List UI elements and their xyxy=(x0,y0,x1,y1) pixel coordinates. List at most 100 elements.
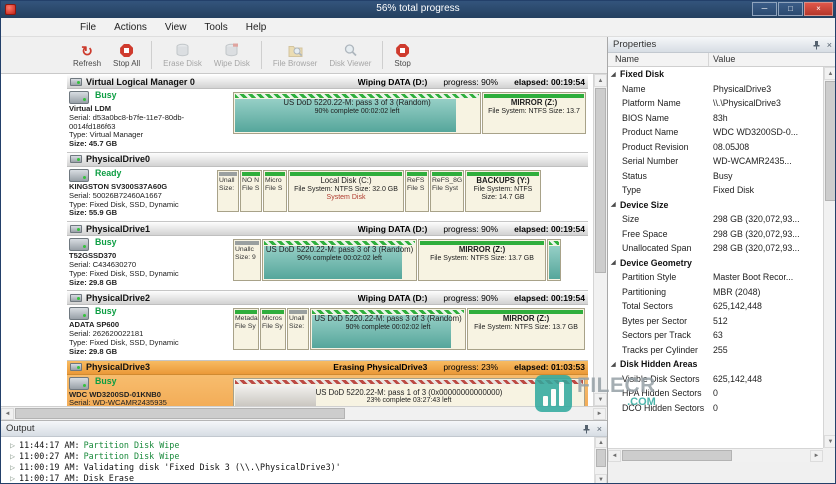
property-group-device-geometry[interactable]: ◢Device Geometry xyxy=(608,256,823,271)
pin-icon[interactable] xyxy=(812,40,821,50)
property-group-disk-hidden-areas[interactable]: ◢Disk Hidden Areas xyxy=(608,357,823,372)
scrollbar-thumb[interactable] xyxy=(15,408,345,419)
scroll-left-icon[interactable]: ◄ xyxy=(608,450,621,462)
property-row[interactable]: Platform Name\\.\PhysicalDrive3 xyxy=(608,96,823,111)
pin-icon[interactable] xyxy=(582,424,591,434)
property-row[interactable]: StatusBusy xyxy=(608,169,823,184)
property-row[interactable]: PartitioningMBR (2048) xyxy=(608,285,823,300)
scrollbar-thumb[interactable] xyxy=(595,88,606,273)
scrollbar-thumb[interactable] xyxy=(622,450,732,461)
partition-refs[interactable]: ReFSFile S xyxy=(405,170,429,212)
property-group-fixed-disk[interactable]: ◢Fixed Disk xyxy=(608,67,823,82)
close-button[interactable]: × xyxy=(804,2,833,16)
partition-mirror-z[interactable]: MIRROR (Z:)File System: NTFS Size: 13.7 … xyxy=(418,239,546,281)
partition-refs-8g[interactable]: ReFS_8GFile Syst xyxy=(430,170,464,212)
property-row[interactable]: Size298 GB (320,072,93... xyxy=(608,212,823,227)
scroll-up-icon[interactable]: ▲ xyxy=(595,437,607,448)
scroll-right-icon[interactable]: ► xyxy=(810,450,823,462)
disk-header[interactable]: PhysicalDrive2 Wiping DATA (D:) progress… xyxy=(67,291,588,305)
partition-wipe-progress[interactable]: US DoD 5220.22-M: pass 3 of 3 (Random)90… xyxy=(310,308,466,350)
disk-list-hscrollbar[interactable]: ◄ ► xyxy=(1,406,607,420)
minimize-button[interactable]: ─ xyxy=(752,2,777,16)
scroll-up-icon[interactable]: ▲ xyxy=(594,74,607,87)
disk-header[interactable]: PhysicalDrive1 Wiping DATA (D:) progress… xyxy=(67,222,588,236)
partition-unallocated[interactable]: UnallcSize: 9 xyxy=(233,239,261,281)
disk-row-virtual-logical-manager-0[interactable]: Virtual Logical Manager 0 Wiping DATA (D… xyxy=(67,75,588,153)
disk-row-physicaldrive3[interactable]: PhysicalDrive3 Erasing PhysicalDrive3 pr… xyxy=(67,361,588,406)
output-header[interactable]: Output × xyxy=(1,421,607,437)
partition-wipe-progress[interactable]: US DoD 5220.22-M: pass 3 of 3 (Random)90… xyxy=(233,92,481,134)
partition-mirror-z[interactable]: MIRROR (Z:)File System: NTFS Size: 13.7 xyxy=(482,92,586,134)
menu-tools[interactable]: Tools xyxy=(195,20,236,35)
property-row[interactable]: Tracks per Cylinder255 xyxy=(608,343,823,358)
property-row[interactable]: BIOS Name83h xyxy=(608,111,823,126)
property-row[interactable]: Visible Disk Sectors625,142,448 xyxy=(608,372,823,387)
disk-list-scrollbar[interactable]: ▲ ▼ xyxy=(593,74,607,406)
property-row[interactable]: Bytes per Sector512 xyxy=(608,314,823,329)
menu-view[interactable]: View xyxy=(156,20,196,35)
column-value[interactable]: Value xyxy=(709,53,735,66)
partition-erase-progress[interactable]: US DoD 5220.22-M: pass 1 of 3 (0x0000000… xyxy=(233,378,585,406)
property-row[interactable]: Product NameWDC WD3200SD-0... xyxy=(608,125,823,140)
partition-no-name[interactable]: NO NFile S xyxy=(240,170,262,212)
partition-wipe-progress[interactable]: US DoD 5220.22-M: pass 3 of 3 (Random)90… xyxy=(262,239,417,281)
scroll-left-icon[interactable]: ◄ xyxy=(1,408,14,420)
property-row[interactable]: NamePhysicalDrive3 xyxy=(608,82,823,97)
property-row[interactable]: TypeFixed Disk xyxy=(608,183,823,198)
partition-backups-y[interactable]: BACKUPS (Y:)File System: NTFSSize: 14.7 … xyxy=(465,170,541,212)
column-name[interactable]: Name xyxy=(608,53,709,66)
partition-map: MetadaFile Sy MicrosFile Sy UnallSize: xyxy=(233,308,585,356)
scroll-right-icon[interactable]: ► xyxy=(593,408,606,420)
properties-scrollbar[interactable]: ▲ ▼ xyxy=(823,67,836,448)
disk-row-physicaldrive0[interactable]: PhysicalDrive0 Ready KINGSTON SV300S37A6… xyxy=(67,153,588,222)
scroll-down-icon[interactable]: ▼ xyxy=(594,393,607,406)
close-panel-icon[interactable]: × xyxy=(597,424,602,434)
partition-metadata[interactable]: MetadaFile Sy xyxy=(233,308,259,350)
property-row[interactable]: Serial NumberWD-WCAMR2435... xyxy=(608,154,823,169)
scroll-down-icon[interactable]: ▼ xyxy=(595,474,607,484)
output-scrollbar[interactable]: ▲ ▼ xyxy=(594,437,607,484)
properties-hscrollbar[interactable]: ◄ ► xyxy=(608,448,823,462)
log-entry: ▷11:00:19 AM:Validating disk 'Fixed Disk… xyxy=(10,462,593,473)
disk-row-physicaldrive1[interactable]: PhysicalDrive1 Wiping DATA (D:) progress… xyxy=(67,222,588,291)
partition-unallocated[interactable]: UnallSize: xyxy=(287,308,309,350)
maximize-button[interactable]: □ xyxy=(778,2,803,16)
file-browser-button[interactable]: File Browser xyxy=(267,37,323,73)
properties-column-headers: Name Value xyxy=(608,53,836,67)
property-row[interactable]: Sectors per Track63 xyxy=(608,328,823,343)
title-bar[interactable]: 56% total progress ─ □ × xyxy=(1,1,835,18)
property-row[interactable]: Product Revision08.05J08 xyxy=(608,140,823,155)
menu-actions[interactable]: Actions xyxy=(105,20,156,35)
erase-disk-button[interactable]: Erase Disk xyxy=(157,37,208,73)
refresh-button[interactable]: ↻ Refresh xyxy=(67,37,107,73)
disk-header[interactable]: Virtual Logical Manager 0 Wiping DATA (D… xyxy=(67,75,588,89)
partition-small-wiped[interactable] xyxy=(547,239,561,281)
disk-header[interactable]: PhysicalDrive0 xyxy=(67,153,588,167)
property-group-device-size[interactable]: ◢Device Size xyxy=(608,198,823,213)
stop-button[interactable]: Stop xyxy=(388,37,416,73)
disk-viewer-button[interactable]: Disk Viewer xyxy=(323,37,377,73)
scroll-up-icon[interactable]: ▲ xyxy=(824,67,836,80)
partition-local-disk-c[interactable]: Local Disk (C:)File System: NTFS Size: 3… xyxy=(288,170,404,212)
disk-row-physicaldrive2[interactable]: PhysicalDrive2 Wiping DATA (D:) progress… xyxy=(67,291,588,360)
scrollbar-thumb[interactable] xyxy=(825,81,836,201)
scrollbar-thumb[interactable] xyxy=(596,449,606,467)
wipe-disk-button[interactable]: Wipe Disk xyxy=(208,37,256,73)
partition-mirror-z[interactable]: MIRROR (Z:)File System: NTFS Size: 13.7 … xyxy=(467,308,585,350)
menu-help[interactable]: Help xyxy=(237,20,276,35)
partition-microsoft-reserved[interactable]: MicroFile S xyxy=(263,170,287,212)
disk-header[interactable]: PhysicalDrive3 Erasing PhysicalDrive3 pr… xyxy=(67,361,588,375)
scroll-down-icon[interactable]: ▼ xyxy=(824,435,836,448)
property-row[interactable]: Free Space298 GB (320,072,93... xyxy=(608,227,823,242)
close-panel-icon[interactable]: × xyxy=(827,40,832,50)
property-row[interactable]: Unallocated Span298 GB (320,072,93... xyxy=(608,241,823,256)
property-row[interactable]: DCO Hidden Sectors0 xyxy=(608,401,823,416)
menu-file[interactable]: File xyxy=(71,20,105,35)
stop-all-button[interactable]: Stop All xyxy=(107,37,146,73)
property-row[interactable]: Partition StyleMaster Boot Recor... xyxy=(608,270,823,285)
partition-unallocated[interactable]: UnallSize: xyxy=(217,170,239,212)
property-row[interactable]: Total Sectors625,142,448 xyxy=(608,299,823,314)
property-row[interactable]: HPA Hidden Sectors0 xyxy=(608,386,823,401)
properties-header[interactable]: Properties × xyxy=(608,37,836,53)
partition-microsoft-reserved[interactable]: MicrosFile Sy xyxy=(260,308,286,350)
